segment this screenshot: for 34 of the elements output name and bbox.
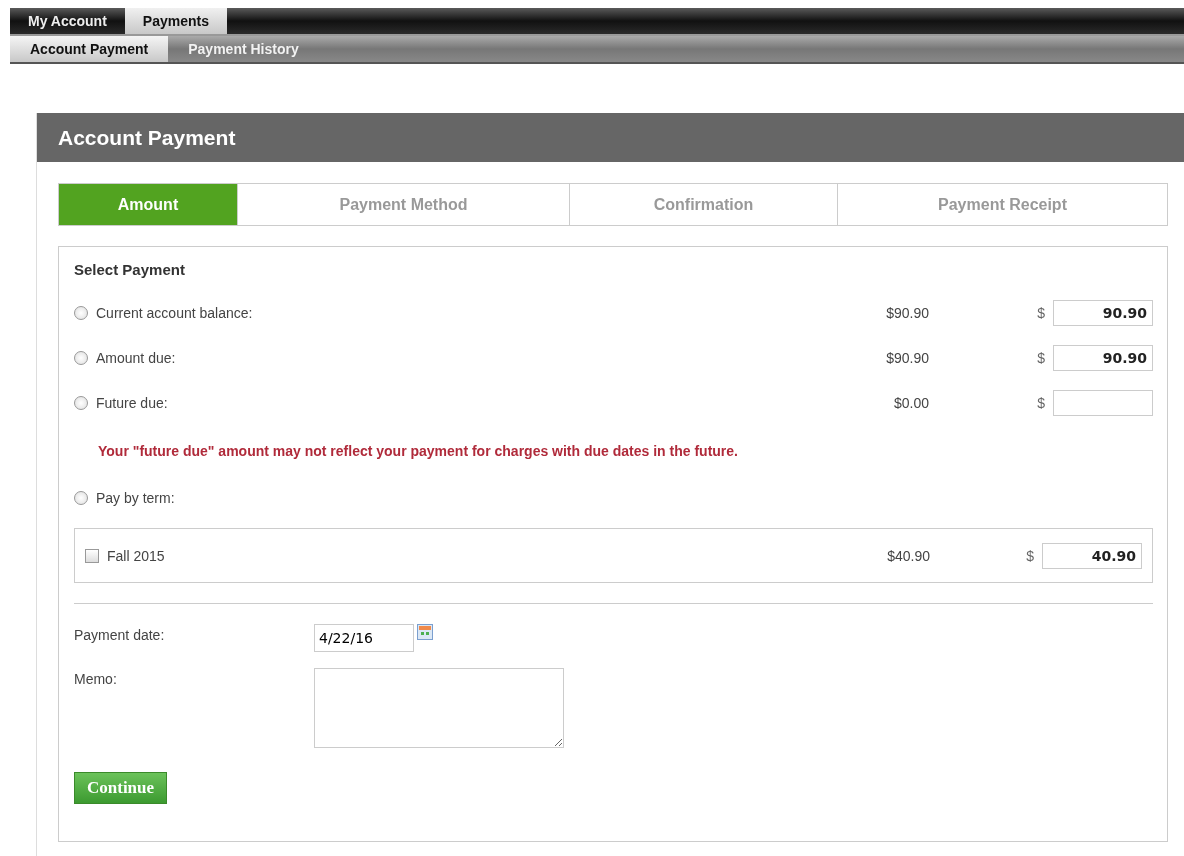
amount-field[interactable]: 90.90 — [1053, 344, 1153, 371]
option-label: Pay by term: — [96, 489, 176, 506]
field-label: Memo: — [74, 670, 118, 687]
amount-text: $40.90 — [886, 547, 930, 564]
subnav-tab[interactable]: Payment History — [168, 36, 319, 62]
radio-button[interactable] — [74, 490, 88, 505]
warning-message: Your "future due" amount may not reflect your payment for charges with due dates in the future. — [97, 442, 739, 461]
amount-text: $0.00 — [892, 394, 929, 411]
amount-text: $90.90 — [885, 304, 929, 321]
option-label: Amount due: — [96, 349, 177, 366]
calendar-icon[interactable] — [417, 624, 433, 640]
amount-field[interactable] — [1053, 389, 1153, 416]
radio-button[interactable] — [74, 350, 88, 365]
term-label: Fall 2015 — [107, 547, 166, 564]
option-label: Current account balance: — [96, 304, 254, 321]
section-heading: Select Payment — [74, 261, 186, 278]
currency-symbol: $ — [1025, 547, 1034, 564]
memo-field[interactable] — [314, 668, 564, 748]
date-field[interactable]: 4/22/16 — [314, 624, 414, 652]
amount-field[interactable]: 40.90 — [1042, 542, 1142, 569]
nav-tab[interactable]: Payments — [124, 8, 227, 34]
currency-symbol: $ — [1036, 394, 1045, 411]
panel-title: Account Payment — [58, 125, 236, 150]
amount-text: $90.90 — [885, 349, 929, 366]
nav-tab[interactable]: My Account — [10, 8, 125, 34]
field-label: Payment date: — [74, 626, 166, 643]
radio-button[interactable] — [74, 395, 88, 410]
currency-symbol: $ — [1036, 349, 1045, 366]
radio-button[interactable] — [74, 305, 88, 320]
checkbox[interactable] — [85, 548, 99, 563]
amount-field[interactable]: 90.90 — [1053, 299, 1153, 326]
currency-symbol: $ — [1036, 304, 1045, 321]
option-label: Future due: — [96, 394, 169, 411]
subnav-tab[interactable]: Account Payment — [10, 36, 169, 62]
